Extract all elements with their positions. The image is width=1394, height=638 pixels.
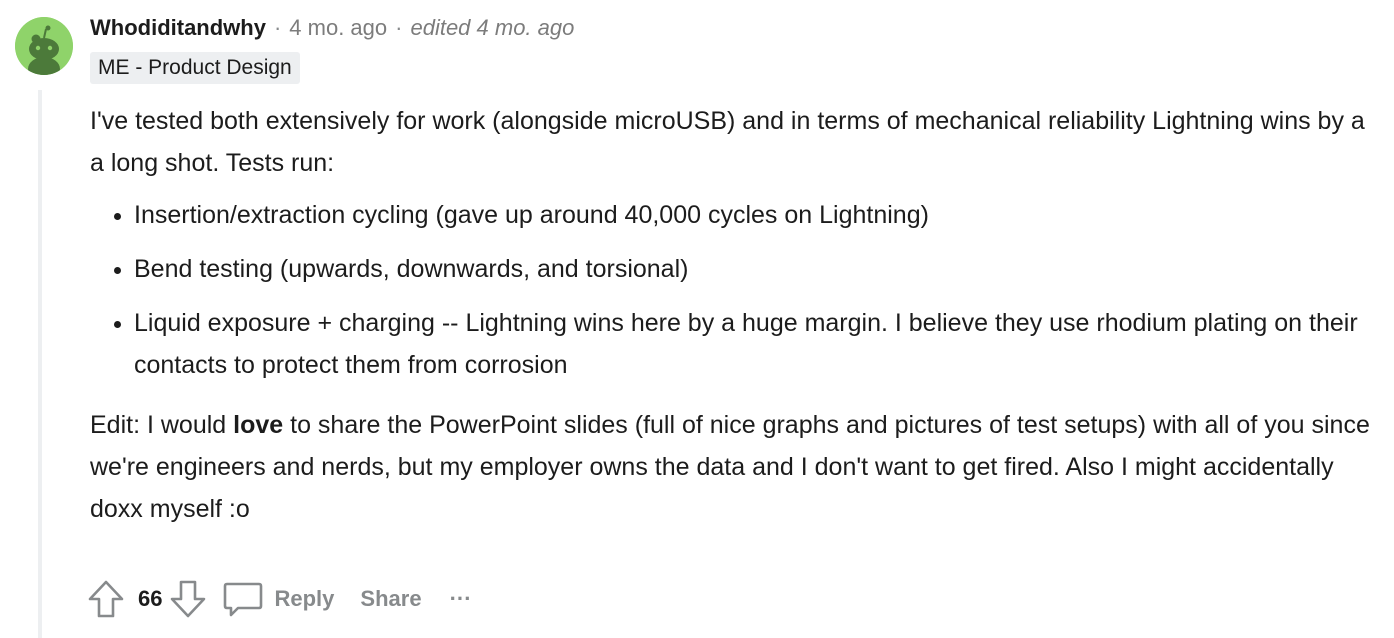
separator-dot: · [273,15,282,40]
separator-dot: · [395,15,403,40]
edited-label: edited 4 mo. ago [410,15,575,40]
speech-bubble-icon [224,582,263,617]
list-item: Liquid exposure + charging -- Lightning … [134,302,1380,386]
comment-body: I've tested both extensively for work (a… [90,100,1380,530]
vote-score: 66 [138,586,163,611]
downvote-button[interactable] [168,578,208,620]
more-options-button[interactable]: ··· [450,586,472,612]
comment-header: Whodiditandwhy · 4 mo. ago · edited 4 mo… [90,12,574,44]
intro-paragraph: I've tested both extensively for work (a… [90,107,1365,177]
edit-text: Edit: I would [90,411,234,439]
user-flair: ME - Product Design [90,52,300,84]
upvote-arrow-icon [88,580,124,618]
timestamp[interactable]: 4 mo. ago [289,15,387,41]
share-button[interactable]: Share [360,586,421,612]
list-item: Bend testing (upwards, downwards, and to… [134,248,1380,290]
snoo-avatar-icon [15,17,73,75]
thread-line[interactable] [38,90,42,638]
comment-actions: 66 Reply Share ··· [86,576,472,622]
avatar[interactable] [15,17,73,75]
tests-list: Insertion/extraction cycling (gave up ar… [90,194,1380,386]
downvote-arrow-icon [171,580,206,618]
list-item: Insertion/extraction cycling (gave up ar… [134,194,1380,236]
reply-button[interactable]: Reply [222,578,334,620]
reply-label: Reply [274,586,335,611]
edit-emphasis: love [233,411,284,439]
edit-paragraph: Edit: I would love to share the PowerPoi… [90,404,1380,530]
upvote-button[interactable] [86,578,126,620]
username-link[interactable]: Whodiditandwhy [90,15,266,41]
